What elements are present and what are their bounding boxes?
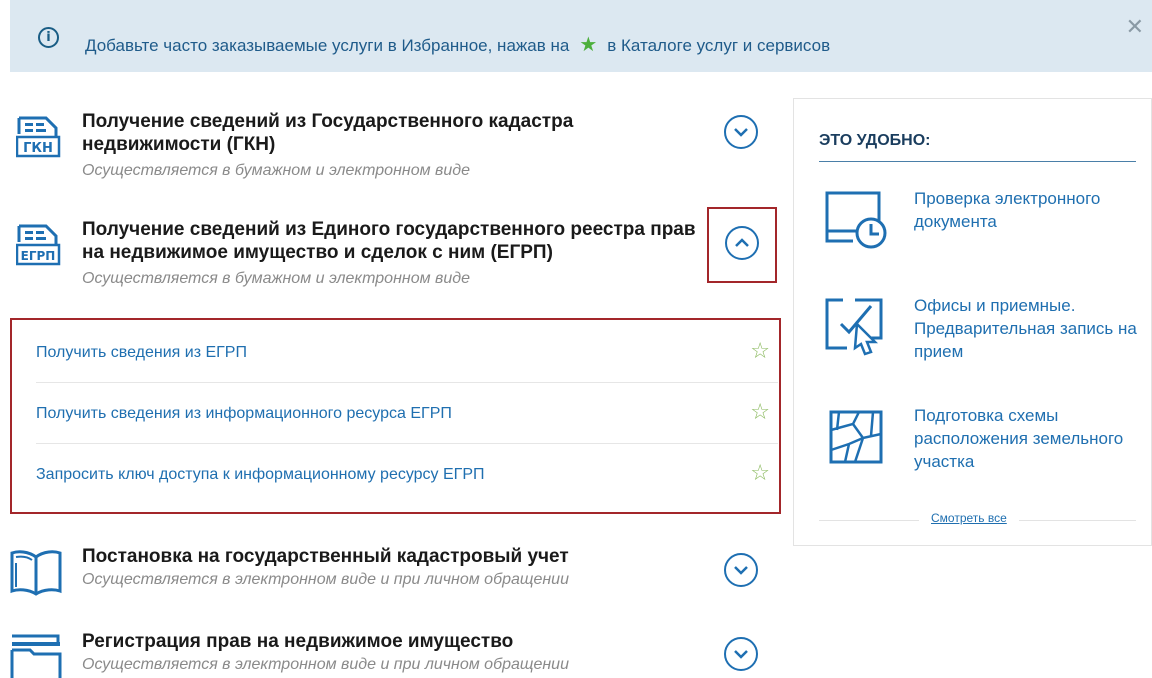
service-subtitle: Осуществляется в бумажном и электронном …: [82, 162, 470, 179]
service-badge: ЕГРП: [21, 249, 56, 263]
service-subtitle: Осуществляется в электронном виде и при …: [82, 656, 569, 673]
service-gkn[interactable]: ГКН Получение сведений из Государственно…: [16, 110, 776, 190]
chevron-down-icon: [734, 128, 748, 137]
service-badge: ГКН: [23, 141, 53, 156]
service-egrp[interactable]: ЕГРП Получение сведений из Единого госуд…: [16, 218, 776, 298]
folder-icon: [10, 634, 62, 678]
favorite-star-icon[interactable]: ☆: [750, 399, 770, 425]
tip-label[interactable]: Проверка электронного документа: [914, 187, 1144, 233]
sidebar-header: ЭТО УДОБНО:: [819, 132, 931, 149]
sub-service-link[interactable]: Получить сведения из информационного рес…: [36, 405, 452, 423]
chevron-up-icon: [735, 238, 749, 247]
highlight-frame: [707, 207, 777, 283]
info-banner: i Добавьте часто заказываемые услуги в И…: [10, 0, 1152, 72]
tip-check-document[interactable]: Проверка электронного документа: [814, 187, 1144, 259]
tip-offices[interactable]: Офисы и приемные. Предварительная запись…: [814, 294, 1144, 366]
collapse-toggle-button[interactable]: [725, 226, 759, 260]
service-subtitle: Осуществляется в бумажном и электронном …: [82, 270, 470, 287]
cursor-screen-icon: [825, 298, 883, 356]
tip-label[interactable]: Офисы и приемные. Предварительная запись…: [914, 294, 1144, 363]
land-map-icon: [829, 410, 883, 464]
see-all-link[interactable]: Смотреть все: [931, 511, 1007, 525]
sub-service-item[interactable]: Получить сведения из информационного рес…: [36, 383, 778, 444]
gkn-document-icon: ГКН: [16, 116, 61, 158]
service-title[interactable]: Регистрация прав на недвижимое имущество: [82, 630, 712, 653]
service-subtitle: Осуществляется в электронном виде и при …: [82, 571, 569, 588]
info-circle-icon: i: [38, 27, 59, 48]
sub-service-link[interactable]: Получить сведения из ЕГРП: [36, 344, 247, 362]
banner-text-after: в Каталоге услуг и сервисов: [607, 36, 831, 55]
chevron-down-icon: [734, 650, 748, 659]
chevron-down-icon: [734, 566, 748, 575]
service-title[interactable]: Получение сведений из Единого государств…: [82, 218, 712, 264]
close-icon[interactable]: ✕: [1126, 14, 1144, 40]
service-title[interactable]: Получение сведений из Государственного к…: [82, 110, 712, 156]
expand-toggle-button[interactable]: [724, 637, 758, 671]
sub-service-item[interactable]: Запросить ключ доступа к информационному…: [36, 444, 778, 504]
banner-text-before: Добавьте часто заказываемые услуги в Изб…: [85, 36, 570, 55]
favorite-star-icon[interactable]: ☆: [750, 338, 770, 364]
service-title[interactable]: Постановка на государственный кадастровы…: [82, 545, 712, 568]
favorite-star-icon[interactable]: ☆: [750, 460, 770, 486]
convenience-sidebar: ЭТО УДОБНО: Проверка электронного докуме…: [793, 98, 1152, 546]
sub-service-link[interactable]: Запросить ключ доступа к информационному…: [36, 466, 485, 484]
service-rights-registration[interactable]: Регистрация прав на недвижимое имущество…: [10, 630, 776, 678]
divider-line: [1019, 520, 1136, 521]
egrp-document-icon: ЕГРП: [16, 224, 61, 266]
expand-toggle-button[interactable]: [724, 115, 758, 149]
sub-services-panel: Получить сведения из ЕГРП ☆ Получить све…: [10, 318, 781, 514]
tip-land-scheme[interactable]: Подготовка схемы расположения земельного…: [814, 404, 1144, 476]
service-cadastral-registration[interactable]: Постановка на государственный кадастровы…: [10, 545, 776, 605]
star-icon: ★: [579, 34, 598, 56]
expand-toggle-button[interactable]: [724, 553, 758, 587]
tip-label[interactable]: Подготовка схемы расположения земельного…: [914, 404, 1144, 473]
divider-line: [819, 520, 919, 521]
sub-service-item[interactable]: Получить сведения из ЕГРП ☆: [36, 322, 778, 383]
open-book-icon: [10, 550, 62, 596]
sidebar-divider: [819, 161, 1136, 162]
banner-text: Добавьте часто заказываемые услуги в Изб…: [85, 32, 830, 57]
document-clock-icon: [825, 191, 887, 249]
